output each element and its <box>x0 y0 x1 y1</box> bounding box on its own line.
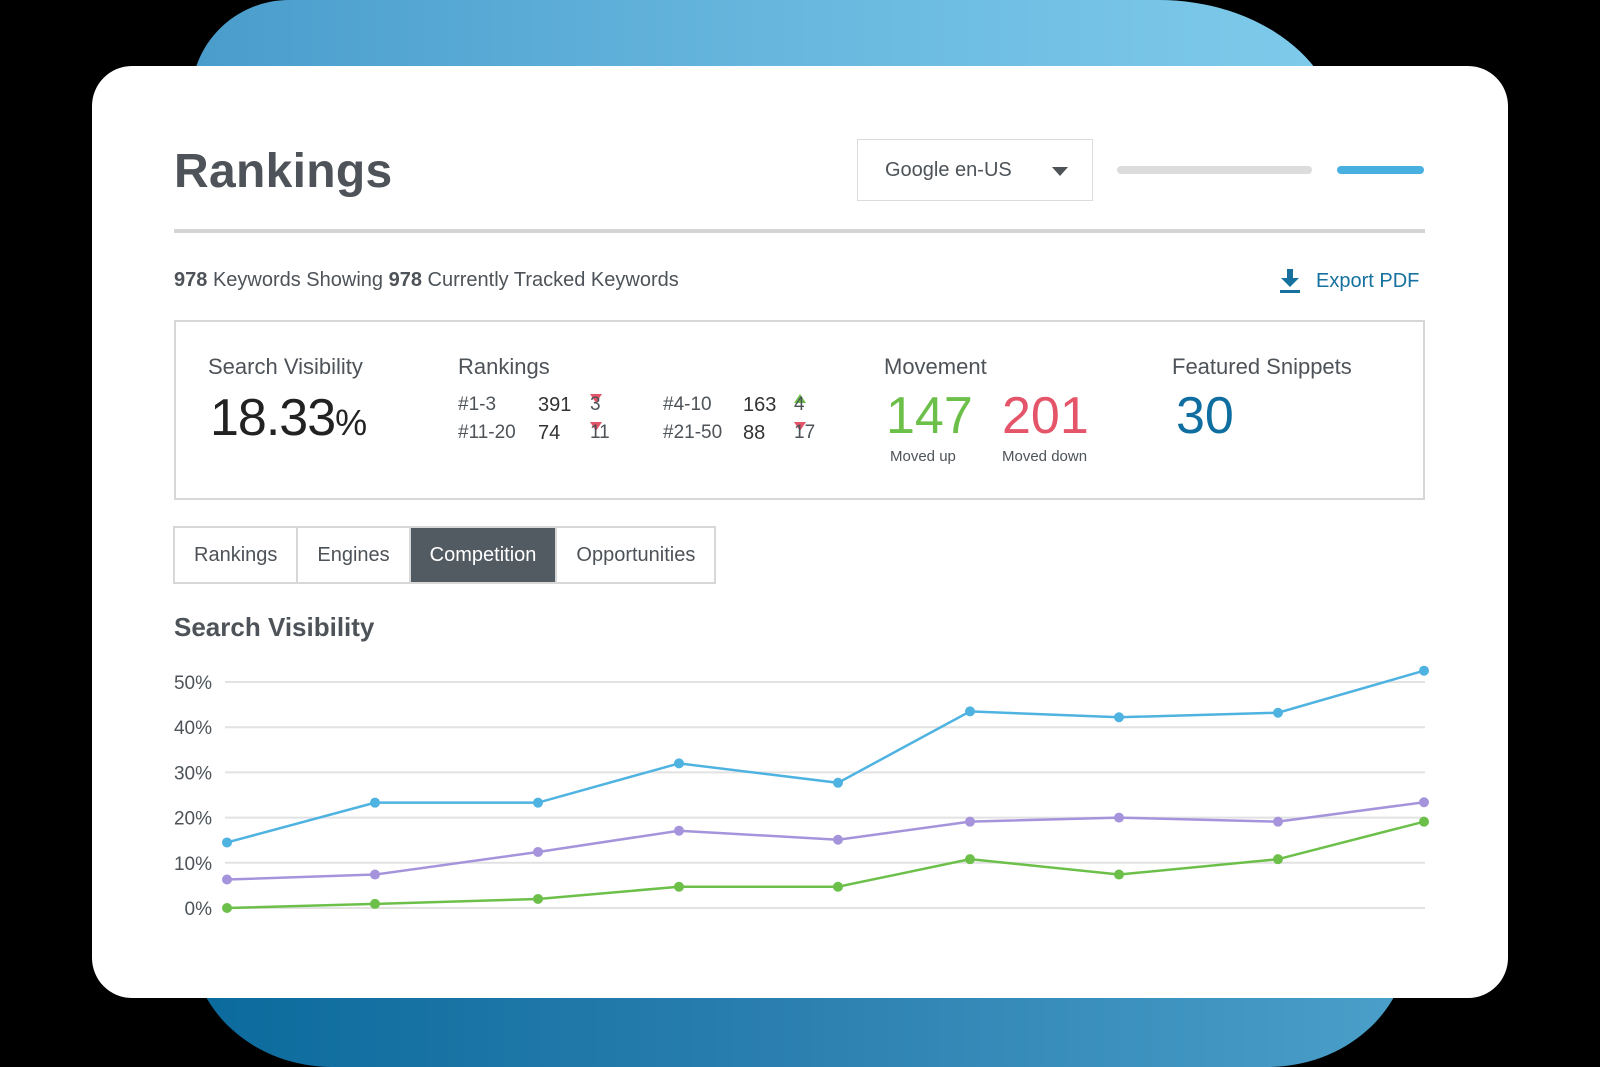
data-point[interactable] <box>1419 665 1429 676</box>
data-point[interactable] <box>833 881 843 892</box>
data-point[interactable] <box>1114 869 1124 880</box>
y-tick-label: 10% <box>174 854 212 875</box>
y-tick-label: 50% <box>174 673 212 694</box>
data-point[interactable] <box>674 825 684 836</box>
data-point[interactable] <box>1114 812 1124 823</box>
data-point[interactable] <box>533 893 543 904</box>
data-point[interactable] <box>533 846 543 857</box>
data-point[interactable] <box>370 797 380 808</box>
search-visibility-chart: 0% 10% 20% 30% 40% 50% <box>174 665 1429 920</box>
data-point[interactable] <box>370 898 380 909</box>
data-point[interactable] <box>965 706 975 717</box>
data-point[interactable] <box>1419 797 1429 808</box>
series-line-3 <box>226 820 1425 910</box>
y-tick-label: 0% <box>185 899 213 920</box>
data-point[interactable] <box>222 903 232 913</box>
y-tick-label: 30% <box>174 763 212 784</box>
y-tick-label: 40% <box>174 718 212 739</box>
data-point[interactable] <box>1273 854 1283 865</box>
data-point[interactable] <box>1114 712 1124 723</box>
data-point[interactable] <box>674 881 684 892</box>
data-point[interactable] <box>1273 816 1283 827</box>
y-tick-label: 20% <box>174 809 212 830</box>
data-point[interactable] <box>674 758 684 769</box>
data-point[interactable] <box>222 837 232 848</box>
data-point[interactable] <box>833 834 843 845</box>
data-point[interactable] <box>533 797 543 808</box>
data-point[interactable] <box>1273 707 1283 718</box>
rankings-card: Rankings Google en-US 978 Keywords Showi… <box>92 66 1508 998</box>
data-point[interactable] <box>965 816 975 827</box>
series-line-2 <box>226 800 1425 881</box>
data-point[interactable] <box>965 854 975 865</box>
data-point[interactable] <box>222 874 232 885</box>
data-point[interactable] <box>833 777 843 788</box>
data-point[interactable] <box>1419 816 1429 827</box>
data-point[interactable] <box>370 869 380 880</box>
